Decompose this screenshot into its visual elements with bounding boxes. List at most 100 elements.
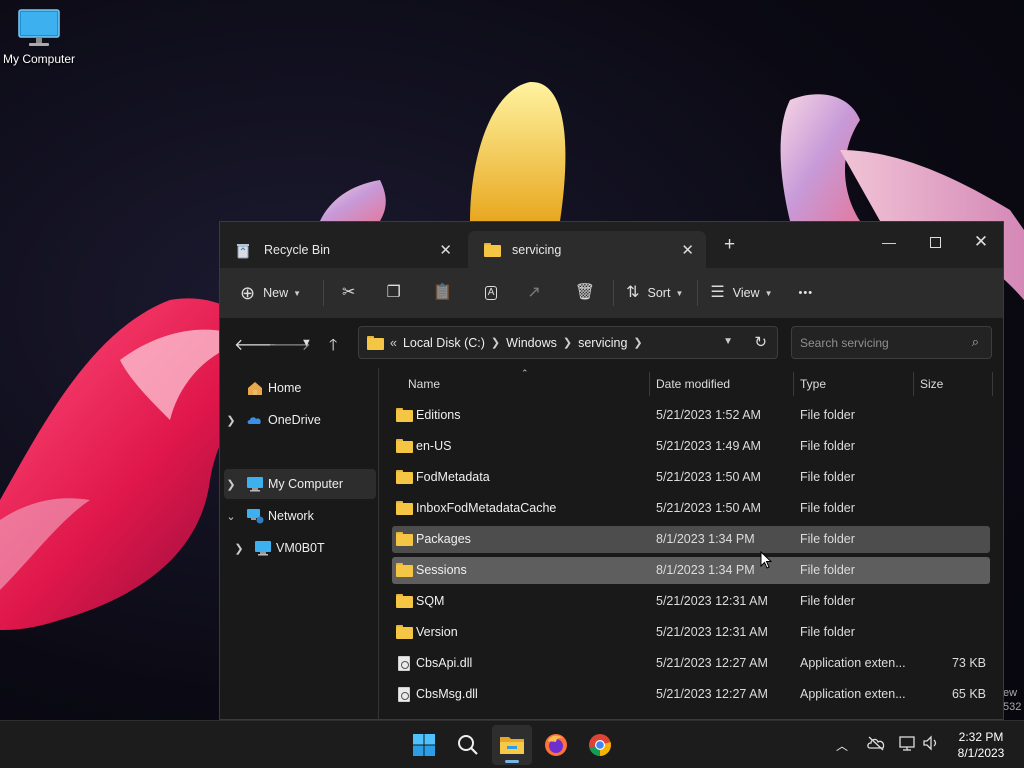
view-list-icon: ☰ <box>710 284 725 301</box>
close-tab-icon[interactable]: ✕ <box>681 241 694 259</box>
new-tab-button[interactable]: + <box>724 234 735 256</box>
file-row[interactable]: en-US 5/21/2023 1:49 AM File folder <box>392 433 990 460</box>
view-button-label: View <box>732 286 760 300</box>
tab-servicing[interactable]: servicing ✕ <box>468 231 706 268</box>
chevron-down-icon[interactable]: ⌄ <box>224 510 238 523</box>
breadcrumb-servicing[interactable]: servicing <box>578 336 627 350</box>
network-status-icon[interactable] <box>898 735 918 754</box>
close-button[interactable]: ✕ <box>958 228 1003 256</box>
cut-button[interactable]: ✂ <box>342 285 355 301</box>
taskbar-file-explorer[interactable] <box>492 725 532 765</box>
share-button[interactable]: ↗ <box>527 285 540 301</box>
refresh-icon[interactable]: ↻ <box>754 333 767 351</box>
toolbar-divider <box>323 280 325 306</box>
search-box[interactable]: Search servicing ⌕ <box>791 326 992 359</box>
clock-time: 2:32 PM <box>958 730 1004 744</box>
dll-file-icon <box>396 656 413 671</box>
tab-label: Recycle Bin <box>264 242 330 257</box>
view-button[interactable]: ☰ View ▼ <box>710 285 772 301</box>
address-bar[interactable]: « Local Disk (C:) ❯ Windows ❯ servicing … <box>358 326 778 359</box>
taskbar-chrome[interactable] <box>580 725 620 765</box>
copy-button[interactable]: ❐ <box>386 285 400 301</box>
onedrive-offline-icon[interactable] <box>866 735 886 754</box>
onedrive-cloud-icon <box>246 412 264 428</box>
delete-button[interactable]: 🗑 <box>575 285 595 301</box>
column-header-name[interactable]: Name <box>408 368 440 400</box>
volume-icon[interactable] <box>922 735 940 754</box>
search-input[interactable]: Search servicing <box>800 336 889 350</box>
recent-locations-button[interactable]: ▼ <box>301 337 312 349</box>
computer-icon <box>246 476 264 492</box>
minimize-button[interactable]: — <box>866 228 912 256</box>
file-row[interactable]: Editions 5/21/2023 1:52 AM File folder <box>392 402 990 429</box>
file-row[interactable]: Version 5/21/2023 12:31 AM File folder <box>392 619 990 646</box>
breadcrumb-local-disk[interactable]: Local Disk (C:) <box>403 336 485 350</box>
sidebar-item-label: Network <box>268 509 314 523</box>
column-divider[interactable] <box>793 372 794 396</box>
sidebar-item-network[interactable]: ⌄ Network <box>224 501 376 531</box>
file-date: 5/21/2023 1:49 AM <box>656 439 761 453</box>
column-header-size[interactable]: Size <box>920 368 943 400</box>
column-header-type[interactable]: Type <box>800 368 826 400</box>
file-date: 5/21/2023 1:52 AM <box>656 408 761 422</box>
taskbar-search-button[interactable] <box>448 725 488 765</box>
file-row[interactable]: CbsMsg.dll 5/21/2023 12:27 AM Applicatio… <box>392 681 990 708</box>
file-explorer-icon <box>500 737 524 754</box>
chevron-right-icon[interactable]: ❯ <box>633 336 642 349</box>
desktop-watermark: ew 532 <box>1003 686 1021 714</box>
column-divider[interactable] <box>649 372 650 396</box>
file-date: 8/1/2023 1:34 PM <box>656 563 755 577</box>
title-bar[interactable]: Recycle Bin ✕ servicing ✕ + — ✕ <box>220 222 1003 268</box>
file-name: Editions <box>416 408 461 422</box>
scissors-icon: ✂ <box>342 284 356 301</box>
folder-icon <box>396 501 413 515</box>
chevron-right-icon[interactable]: ❯ <box>491 336 500 349</box>
clock-date: 8/1/2023 <box>957 746 1005 760</box>
file-row[interactable]: InboxFodMetadataCache 5/21/2023 1:50 AM … <box>392 495 990 522</box>
rename-button[interactable]: A <box>484 286 498 300</box>
desktop-icon-my-computer[interactable]: My Computer <box>0 8 78 66</box>
breadcrumb-overflow[interactable]: « <box>390 336 397 350</box>
file-row[interactable]: Packages 8/1/2023 1:34 PM File folder <box>392 526 990 553</box>
firefox-icon <box>545 734 567 756</box>
sidebar-item-label: Home <box>268 381 302 395</box>
start-button[interactable] <box>404 725 444 765</box>
file-row[interactable]: Sessions 8/1/2023 1:34 PM File folder <box>392 557 990 584</box>
file-row[interactable]: SQM 5/21/2023 12:31 AM File folder <box>392 588 990 615</box>
address-dropdown-icon[interactable]: ▼ <box>723 336 733 347</box>
taskbar-firefox[interactable] <box>536 725 576 765</box>
sidebar-item-my-computer[interactable]: ❯ My Computer <box>224 469 376 499</box>
column-header-date[interactable]: Date modified <box>656 368 730 400</box>
paste-button[interactable]: 📋 <box>433 285 453 301</box>
maximize-button[interactable] <box>912 228 958 256</box>
chevron-down-icon: ▼ <box>293 288 302 298</box>
new-button[interactable]: ⊕ New ▼ <box>240 284 301 302</box>
file-type: Application exten... <box>800 656 906 670</box>
file-name: Version <box>416 625 458 639</box>
chevron-right-icon[interactable]: ❯ <box>232 542 246 555</box>
sort-button[interactable]: ⇅ Sort ▼ <box>626 285 683 301</box>
chevron-right-icon[interactable]: ❯ <box>224 478 238 491</box>
watermark-line-1: ew <box>1003 687 1018 699</box>
sidebar-item-vm0b0t[interactable]: ❯ VM0B0T <box>232 533 376 563</box>
taskbar-clock[interactable]: 2:32 PM 8/1/2023 <box>948 729 1014 761</box>
toolbar-divider <box>613 280 615 306</box>
see-more-button[interactable]: ••• <box>799 287 814 299</box>
file-row[interactable]: FodMetadata 5/21/2023 1:50 AM File folde… <box>392 464 990 491</box>
tab-recycle-bin[interactable]: Recycle Bin ✕ <box>220 231 464 268</box>
chevron-right-icon[interactable]: ❯ <box>224 414 238 427</box>
file-name: en-US <box>416 439 452 453</box>
column-divider[interactable] <box>913 372 914 396</box>
breadcrumb-windows[interactable]: Windows <box>506 336 557 350</box>
column-divider[interactable] <box>992 372 993 396</box>
sidebar-item-home[interactable]: Home <box>224 373 376 403</box>
close-tab-icon[interactable]: ✕ <box>439 241 452 259</box>
file-row[interactable]: CbsApi.dll 5/21/2023 12:27 AM Applicatio… <box>392 650 990 677</box>
up-button[interactable]: 🡑 <box>329 334 337 361</box>
sidebar-item-label: My Computer <box>268 477 344 491</box>
show-hidden-icons-button[interactable]: ︿ <box>836 737 848 754</box>
chevron-right-icon[interactable]: ❯ <box>563 336 572 349</box>
sidebar-item-onedrive[interactable]: ❯ OneDrive <box>224 405 376 435</box>
folder-icon <box>396 470 413 484</box>
file-name: Sessions <box>416 563 467 577</box>
